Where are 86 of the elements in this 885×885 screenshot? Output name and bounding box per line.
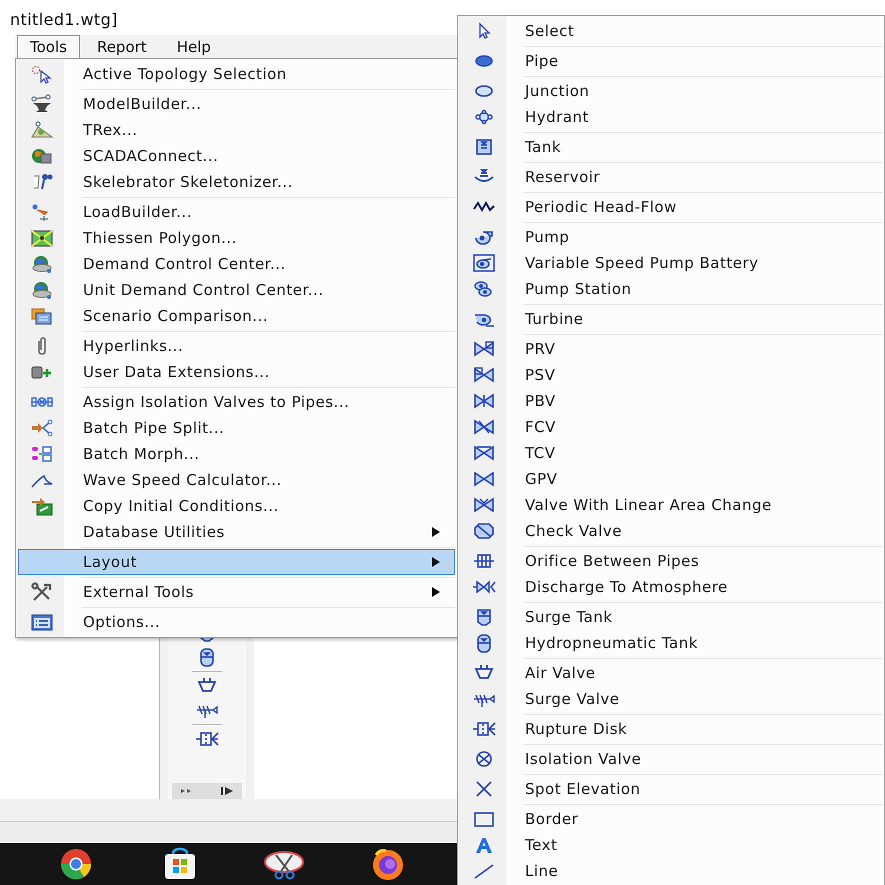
menu-item[interactable]: Assign Isolation Valves to Pipes...: [18, 389, 455, 415]
menu-item[interactable]: Active Topology Selection: [18, 61, 455, 87]
globe-cloud-icon: [30, 280, 54, 300]
menu-item[interactable]: External Tools: [18, 579, 455, 605]
valve-icon: [472, 417, 496, 437]
menu-item[interactable]: Database Utilities: [18, 519, 455, 545]
globe-window-icon: [30, 146, 54, 166]
orifice-icon: [472, 551, 496, 571]
menu-item[interactable]: Unit Demand Control Center...: [18, 277, 455, 303]
options-list-icon: [30, 612, 54, 632]
menu-item[interactable]: Scenario Comparison...: [18, 303, 455, 329]
globe-cloud-icon: [30, 254, 54, 274]
menu-item[interactable]: Hydrant: [460, 104, 882, 130]
rupture-disk-icon: [195, 729, 219, 749]
menu-item[interactable]: Rupture Disk: [460, 716, 882, 742]
submenu-arrow-icon: [432, 527, 440, 537]
menu-item[interactable]: Text: [460, 832, 882, 858]
menu-item[interactable]: Border: [460, 806, 882, 832]
menu-item[interactable]: Turbine: [460, 306, 882, 332]
menu-item[interactable]: Orifice Between Pipes: [460, 548, 882, 574]
check-valve-icon: [472, 521, 496, 541]
submenu-arrow-icon: [432, 587, 440, 597]
menu-item[interactable]: Reservoir: [460, 164, 882, 190]
menu-item[interactable]: Spot Elevation: [460, 776, 882, 802]
stacked-windows-icon: [30, 306, 54, 326]
menu-item[interactable]: Line: [460, 858, 882, 884]
hammer-wrench-icon: [30, 582, 54, 602]
rectangle-icon: [472, 809, 496, 829]
menu-bar-item[interactable]: Report: [84, 35, 160, 58]
window-title: ntitled1.wtg]: [10, 10, 118, 31]
menu-item[interactable]: Air Valve: [460, 660, 882, 686]
rupture-disk-icon: [472, 719, 496, 739]
menu-item[interactable]: Demand Control Center...: [18, 251, 455, 277]
menu-item[interactable]: Surge Valve: [460, 686, 882, 712]
menu-item[interactable]: SCADAConnect...: [18, 143, 455, 169]
menu-item[interactable]: FCV: [460, 414, 882, 440]
menu-item[interactable]: Thiessen Polygon...: [18, 225, 455, 251]
menu-item[interactable]: Junction: [460, 78, 882, 104]
menu-item[interactable]: GPV: [460, 466, 882, 492]
menu-item[interactable]: Hydropneumatic Tank: [460, 630, 882, 656]
menu-item[interactable]: ModelBuilder...: [18, 91, 455, 117]
menu-item[interactable]: Options...: [18, 609, 455, 635]
valve-icon: [472, 365, 496, 385]
menu-item[interactable]: Layout: [18, 549, 455, 575]
scroll-arrows-icon[interactable]: [179, 786, 235, 796]
menu-item[interactable]: Check Valve: [460, 518, 882, 544]
menu-item[interactable]: PRV: [460, 336, 882, 362]
menu-item[interactable]: Tank: [460, 134, 882, 160]
menu-item[interactable]: User Data Extensions...: [18, 359, 455, 385]
menu-item[interactable]: Batch Morph...: [18, 441, 455, 467]
menu-item[interactable]: Variable Speed Pump Battery: [460, 250, 882, 276]
menu-item[interactable]: Skelebrator Skeletonizer...: [18, 169, 455, 195]
arrow-split-icon: [30, 418, 54, 438]
menu-item[interactable]: LoadBuilder...: [18, 199, 455, 225]
submenu-arrow-icon: [432, 557, 440, 567]
menu-item[interactable]: Valve With Linear Area Change: [460, 492, 882, 518]
menu-item[interactable]: TRex...: [18, 117, 455, 143]
menu-bar-item[interactable]: Help: [164, 35, 224, 58]
menu-item[interactable]: Isolation Valve: [460, 746, 882, 772]
menu-item[interactable]: Pump: [460, 224, 882, 250]
menu-item[interactable]: Discharge To Atmosphere: [460, 574, 882, 600]
valve-icon: [472, 391, 496, 411]
discharge-valve-icon: [472, 577, 496, 597]
menu-bar-item[interactable]: Tools: [17, 35, 80, 58]
polygon-map-icon: [30, 228, 54, 248]
menu-item[interactable]: Pipe: [460, 48, 882, 74]
menu-item[interactable]: Select: [460, 18, 882, 44]
valve-icon: [472, 339, 496, 359]
menu-item[interactable]: Pump Station: [460, 276, 882, 302]
menu-item[interactable]: TCV: [460, 440, 882, 466]
valve-icon: [472, 495, 496, 515]
menu-item[interactable]: Periodic Head-Flow: [460, 194, 882, 220]
pointer-selection-icon: [30, 64, 54, 84]
menu-item[interactable]: PBV: [460, 388, 882, 414]
boxed-pump-icon: [472, 253, 496, 273]
morph-shapes-icon: [30, 444, 54, 464]
menu-item[interactable]: Copy Initial Conditions...: [18, 493, 455, 519]
menu-item[interactable]: Wave Speed Calculator...: [18, 467, 455, 493]
valve-icon: [472, 443, 496, 463]
menu-item[interactable]: PSV: [460, 362, 882, 388]
arrow-box-icon: [30, 496, 54, 516]
menu-item[interactable]: Hyperlinks...: [18, 333, 455, 359]
map-layers-icon: [30, 120, 54, 140]
valve-icon: [472, 469, 496, 489]
menu-item[interactable]: Batch Pipe Split...: [18, 415, 455, 441]
menu-item[interactable]: Surge Tank: [460, 604, 882, 630]
